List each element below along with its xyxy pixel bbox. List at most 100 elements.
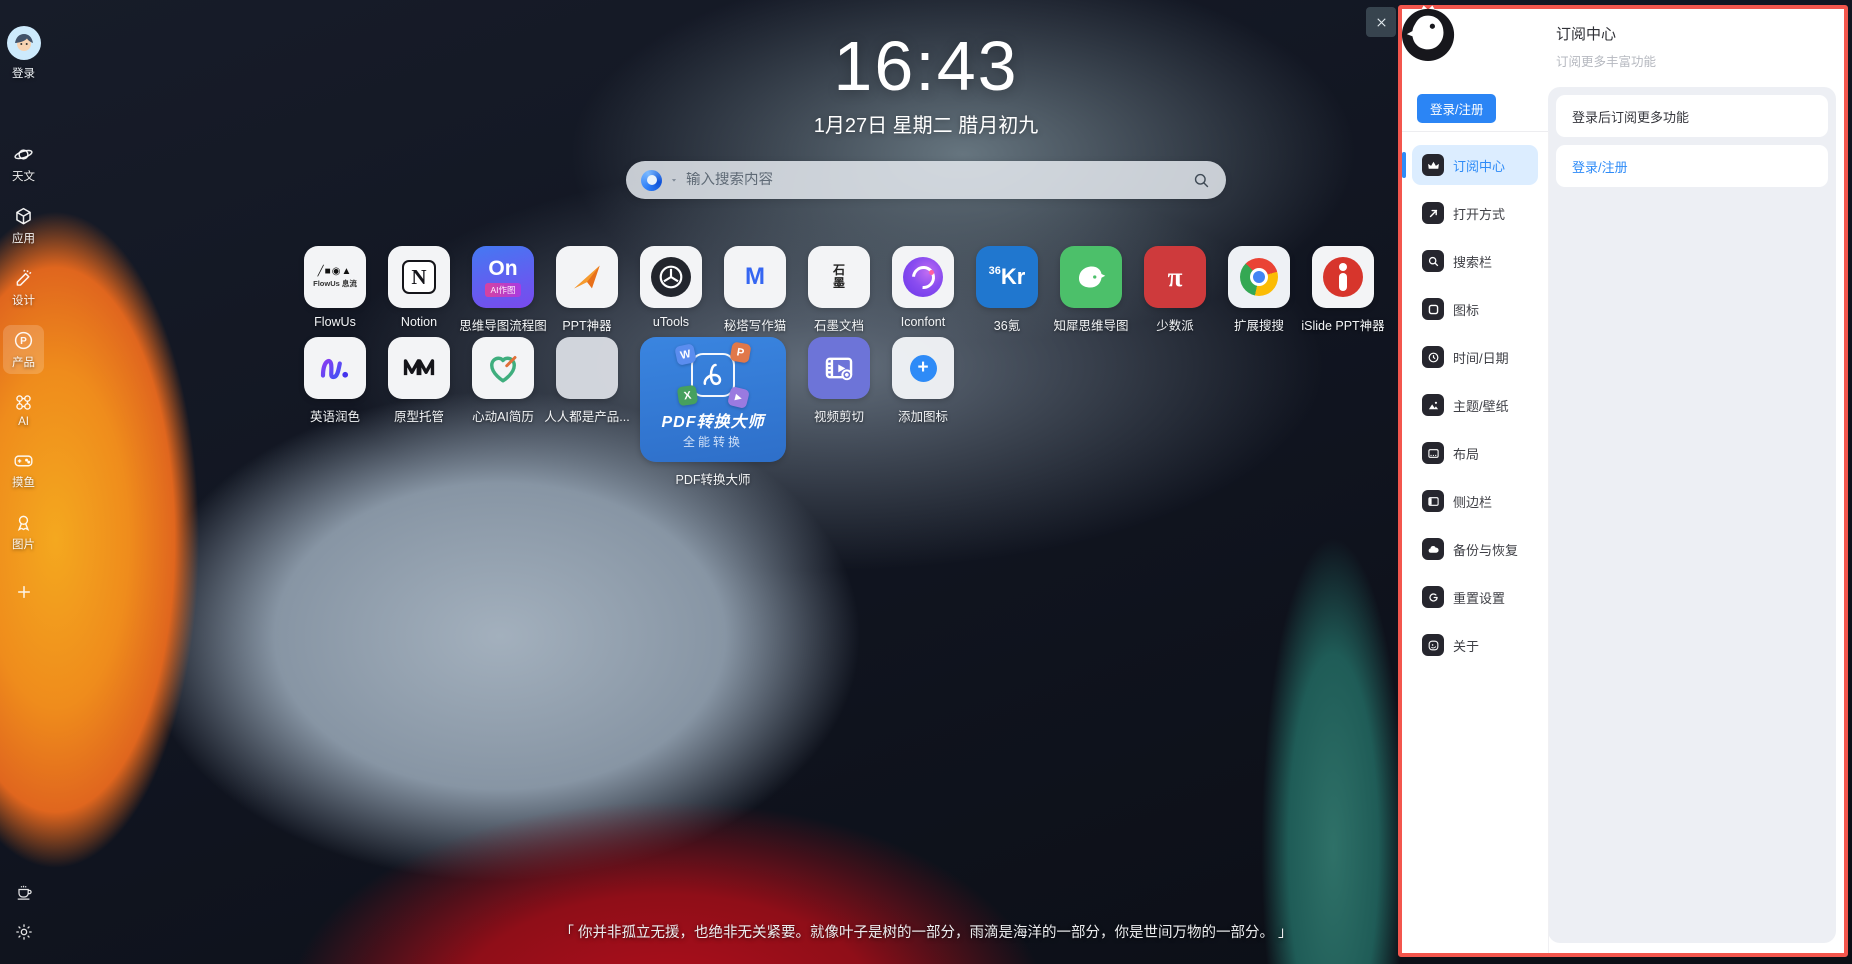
- app-sspai[interactable]: π 少数派: [1144, 246, 1206, 334]
- sidebar-item-images[interactable]: 图片: [3, 507, 44, 556]
- login-register-link[interactable]: 登录/注册: [1556, 145, 1828, 187]
- app-tile[interactable]: [556, 337, 618, 399]
- sidebar-item-product[interactable]: P 产品: [3, 325, 44, 374]
- panel-content-column: 订阅中心 订阅更多丰富功能 登录后订阅更多功能 登录/注册: [1548, 9, 1844, 953]
- app-zhixi-mindmap[interactable]: 知犀思维导图: [1060, 246, 1122, 334]
- app-tile[interactable]: [556, 246, 618, 308]
- app-label: 原型托管: [394, 406, 444, 425]
- sidebar-item-apps[interactable]: 应用: [3, 201, 44, 250]
- menu-item-search-bar[interactable]: 搜索栏: [1412, 241, 1538, 281]
- design-pen-icon: [13, 268, 34, 289]
- login-avatar[interactable]: 登录: [7, 26, 41, 81]
- menu-item-about[interactable]: 关于: [1412, 625, 1538, 665]
- sidebar-item-astronomy[interactable]: 天文: [3, 139, 44, 188]
- clock-date: 1月27日 星期二 腊月初九: [814, 109, 1038, 138]
- app-tile[interactable]: π: [1144, 246, 1206, 308]
- app-tile[interactable]: +: [892, 337, 954, 399]
- app-logo: [1401, 2, 1457, 62]
- app-label: 人人都是产品...: [544, 406, 629, 425]
- app-iconfont[interactable]: Iconfont: [892, 246, 954, 334]
- panel-divider: [1548, 131, 1549, 953]
- square-icon: [1422, 298, 1444, 320]
- menu-item-icons[interactable]: 图标: [1412, 289, 1538, 329]
- ppt-badge: P: [729, 341, 751, 363]
- add-category-button[interactable]: [14, 582, 34, 602]
- app-prototype-hosting[interactable]: 原型托管: [388, 337, 450, 425]
- app-everyone-product[interactable]: 人人都是产品...: [556, 337, 618, 425]
- menu-item-subscription-center[interactable]: 订阅中心: [1412, 145, 1538, 185]
- app-tile[interactable]: N: [388, 246, 450, 308]
- chevron-down-icon[interactable]: [669, 175, 679, 185]
- clock-widget[interactable]: 16:43 1月27日 星期二 腊月初九: [814, 30, 1038, 138]
- app-label: 知犀思维导图: [1054, 315, 1129, 334]
- app-notion[interactable]: N Notion: [388, 246, 450, 334]
- app-label: 视频剪切: [814, 406, 864, 425]
- clock-icon: [1422, 346, 1444, 368]
- app-tile[interactable]: [1060, 246, 1122, 308]
- app-add-icon[interactable]: + 添加图标: [892, 337, 954, 425]
- search-engine-icon[interactable]: [641, 170, 662, 191]
- app-tile[interactable]: [388, 337, 450, 399]
- app-tile[interactable]: 36Kr: [976, 246, 1038, 308]
- menu-item-open-mode[interactable]: 打开方式: [1412, 193, 1538, 233]
- settings-gear-icon[interactable]: [14, 922, 34, 942]
- menu-item-backup-restore[interactable]: 备份与恢复: [1412, 529, 1538, 569]
- login-label: 登录: [12, 65, 35, 81]
- menu-item-time-date[interactable]: 时间/日期: [1412, 337, 1538, 377]
- app-tile[interactable]: 石墨: [808, 246, 870, 308]
- login-register-button[interactable]: 登录/注册: [1417, 94, 1496, 123]
- app-islide-ppt[interactable]: iSlide PPT神器: [1312, 246, 1374, 334]
- sidebar-item-fishing[interactable]: 摸鱼: [3, 445, 44, 494]
- product-p-icon: P: [13, 330, 34, 351]
- sidebar-icon: [1422, 490, 1444, 512]
- plus-icon: [14, 582, 34, 602]
- app-shimo-docs[interactable]: 石墨 石墨文档: [808, 246, 870, 334]
- magnifier-icon[interactable]: [1192, 171, 1211, 190]
- app-tile[interactable]: [472, 337, 534, 399]
- menu-item-reset-settings[interactable]: 重置设置: [1412, 577, 1538, 617]
- sidebar-item-design[interactable]: 设计: [3, 263, 44, 312]
- menu-item-layout[interactable]: 布局: [1412, 433, 1538, 473]
- app-tile[interactable]: M: [724, 246, 786, 308]
- daily-quote: 「 你并非孤立无援，也绝非无关紧要。就像叶子是树的一部分，雨滴是海洋的一部分，你…: [559, 921, 1292, 942]
- coffee-icon[interactable]: [14, 882, 34, 902]
- app-tile[interactable]: OnAI作图: [472, 246, 534, 308]
- app-tile[interactable]: [304, 337, 366, 399]
- app-tile[interactable]: [1312, 246, 1374, 308]
- app-video-cut[interactable]: 视频剪切: [808, 337, 870, 425]
- app-ppt-tool[interactable]: PPT神器: [556, 246, 618, 334]
- search-input[interactable]: [686, 172, 1185, 188]
- app-label: 扩展搜搜: [1234, 315, 1284, 334]
- app-36kr[interactable]: 36Kr 36氪: [976, 246, 1038, 334]
- search-icon: [1422, 250, 1444, 272]
- cube-icon: [13, 206, 34, 227]
- panel-subtitle: 订阅更多丰富功能: [1556, 51, 1656, 70]
- menu-item-sidebar[interactable]: 侧边栏: [1412, 481, 1538, 521]
- gamepad-icon: [13, 450, 34, 471]
- app-flowus[interactable]: ╱■◉▲FlowUs 息流 FlowUs: [304, 246, 366, 334]
- app-tile[interactable]: [640, 246, 702, 308]
- app-metaso-writing-cat[interactable]: M 秘塔写作猫: [724, 246, 786, 334]
- close-icon: [1374, 15, 1389, 30]
- app-ai-resume[interactable]: 心动AI简历: [472, 337, 534, 425]
- subscribe-hint-card: 登录后订阅更多功能: [1556, 95, 1828, 137]
- app-tile[interactable]: [892, 246, 954, 308]
- app-extension-search[interactable]: 扩展搜搜: [1228, 246, 1290, 334]
- settings-panel: 登录/注册 订阅中心 打开方式 搜索栏 图标 时间/日期 主题/壁纸 布局 侧边…: [1398, 5, 1848, 957]
- reset-icon: [1422, 586, 1444, 608]
- app-tile[interactable]: [808, 337, 870, 399]
- sidebar-item-ai[interactable]: AI: [3, 387, 44, 432]
- left-rail: 登录 天文 应用 设计 P 产品 AI 摸鱼 图片: [0, 0, 47, 964]
- app-english-polish[interactable]: 英语润色: [304, 337, 366, 425]
- app-utools[interactable]: uTools: [640, 246, 702, 334]
- menu-item-theme-wallpaper[interactable]: 主题/壁纸: [1412, 385, 1538, 425]
- app-tile-pdf-master[interactable]: W P X ▶ PDF转换大师 全能转换: [640, 337, 786, 462]
- app-mindmap-flowchart[interactable]: OnAI作图 思维导图流程图: [472, 246, 534, 334]
- search-bar[interactable]: [626, 161, 1226, 199]
- app-tile[interactable]: [1228, 246, 1290, 308]
- app-label: Notion: [401, 315, 437, 329]
- app-label: Iconfont: [901, 315, 945, 329]
- app-pdf-master[interactable]: W P X ▶ PDF转换大师 全能转换 PDF转换大师: [640, 337, 786, 488]
- close-panel-button[interactable]: [1366, 7, 1396, 37]
- app-tile[interactable]: ╱■◉▲FlowUs 息流: [304, 246, 366, 308]
